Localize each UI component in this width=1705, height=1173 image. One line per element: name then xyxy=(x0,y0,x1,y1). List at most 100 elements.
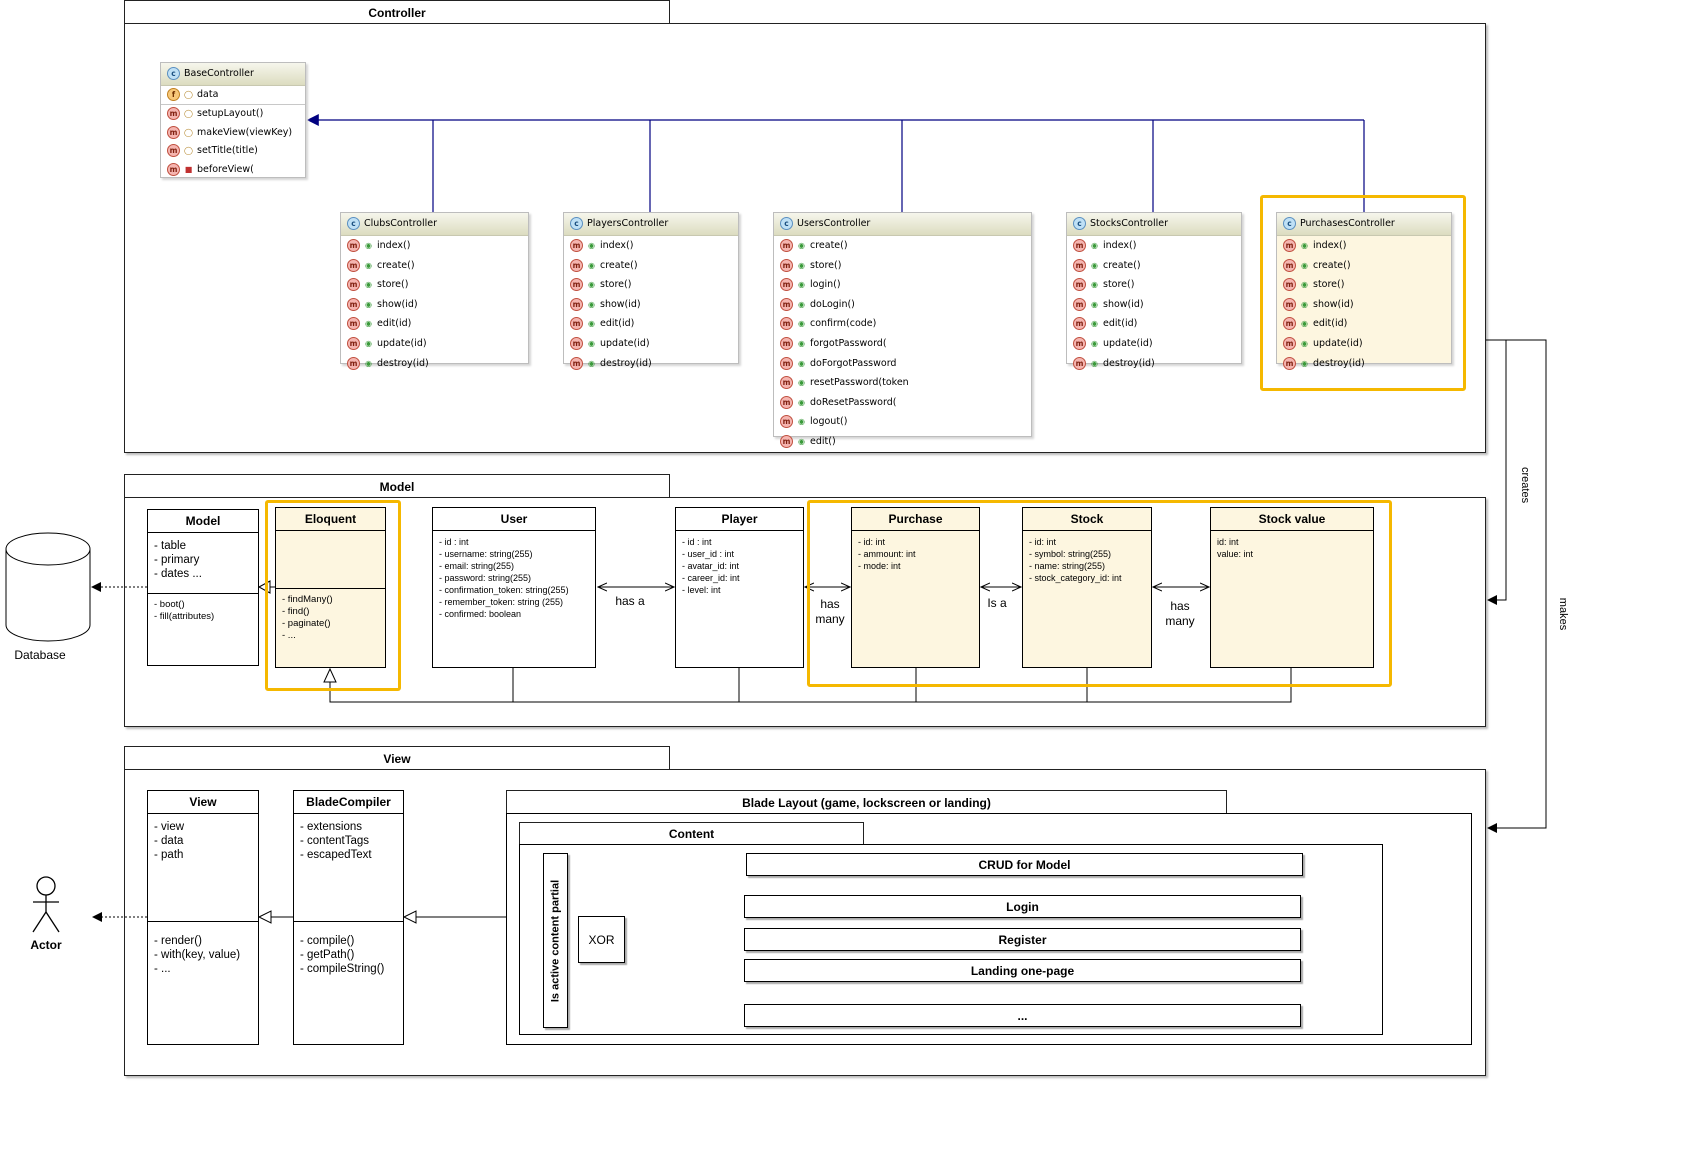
method-name: confirm(code) xyxy=(810,318,877,330)
method-name: index() xyxy=(377,240,411,251)
class-title: Player xyxy=(676,508,803,531)
creates-label: creates xyxy=(1519,467,1531,504)
method-icon: m xyxy=(570,356,583,370)
method-name: destroy(id) xyxy=(1103,357,1155,369)
method-icon: m xyxy=(780,434,793,448)
class-user[interactable]: User - id : int - username: string(255) … xyxy=(432,507,596,668)
attribute-list: - view - data - path xyxy=(148,814,258,917)
private-icon: ■ xyxy=(184,164,193,174)
method-row: m ◉ index() xyxy=(564,236,738,256)
class-users-controller[interactable]: c UsersController m ◉ create() m ◉ store() m ◉ log… xyxy=(773,212,1032,448)
public-icon: ◉ xyxy=(588,358,595,368)
blade-layout-tab: Blade Layout (game, lockscreen or landin… xyxy=(506,790,1227,814)
method-row: m ◉ doForgotPassword xyxy=(774,354,1031,374)
method-row: m ■ beforeView( xyxy=(161,161,305,180)
method-icon: m xyxy=(167,125,180,139)
public-icon: ◉ xyxy=(1091,260,1098,270)
method-icon: m xyxy=(780,395,793,409)
method-icon: m xyxy=(347,317,360,331)
class-player[interactable]: Player - id : int - user_id : int - avat… xyxy=(675,507,804,668)
class-blade-compiler[interactable]: BladeCompiler - extensions - contentTags… xyxy=(293,790,404,1045)
method-icon: m xyxy=(570,317,583,331)
method-row: m ◉ store() xyxy=(564,275,738,295)
public-icon: ◉ xyxy=(588,241,595,250)
class-model[interactable]: Model - table - primary - dates ... - bo… xyxy=(147,509,259,666)
class-stocks-controller[interactable]: c StocksController m ◉ index() m ◉ create() m ◉ st… xyxy=(1066,212,1242,370)
attribute: - confirmed: boolean xyxy=(439,609,522,619)
attribute: - id : int xyxy=(682,537,712,547)
public-icon: ◉ xyxy=(365,280,372,290)
operation: - ... xyxy=(154,963,171,975)
class-players-controller[interactable]: c PlayersController m ◉ index() m ◉ create() m ◉ s… xyxy=(563,212,739,370)
public-icon: ◉ xyxy=(365,241,372,250)
method-row: m ◉ index() xyxy=(341,236,528,256)
field-icon: f xyxy=(167,88,180,101)
method-name: store() xyxy=(377,279,409,291)
method-icon: m xyxy=(347,258,360,272)
method-name: setTitle(title) xyxy=(197,145,258,156)
method-icon: m xyxy=(780,376,793,390)
method-row: m ◉ update(id) xyxy=(564,334,738,354)
option-landing-one-page[interactable]: Landing one-page xyxy=(744,959,1301,982)
attribute: - dates ... xyxy=(154,568,202,580)
public-icon: ◉ xyxy=(798,280,805,290)
method-name: makeView(viewKey) xyxy=(197,126,293,138)
method-name: login() xyxy=(810,279,841,291)
method-row: m ◉ forgotPassword( xyxy=(774,334,1031,354)
option-more[interactable]: ... xyxy=(744,1004,1301,1027)
xor-box: XOR xyxy=(578,916,625,963)
attribute: - path xyxy=(154,849,184,861)
public-icon: ◉ xyxy=(1091,338,1098,348)
attribute: - view xyxy=(154,821,185,833)
method-name: store() xyxy=(1103,279,1135,291)
option-register[interactable]: Register xyxy=(744,928,1301,951)
public-icon: ◉ xyxy=(798,417,805,427)
method-name: create() xyxy=(1103,259,1141,271)
method-name: index() xyxy=(1103,240,1137,251)
method-name: store() xyxy=(600,279,632,291)
method-name: edit(id) xyxy=(600,318,635,330)
method-row: m ◉ create() xyxy=(341,256,528,276)
public-icon: ◉ xyxy=(798,338,805,348)
controller-inheritance xyxy=(306,114,1365,212)
operation-list: - compile() - getPath() - compileString(… xyxy=(294,922,403,981)
class-clubs-controller[interactable]: c ClubsController m ◉ index() m ◉ create() m ◉ sto… xyxy=(340,212,529,370)
class-title: User xyxy=(433,508,595,531)
class-header: c BaseController xyxy=(161,63,305,86)
option-login[interactable]: Login xyxy=(744,895,1301,918)
method-icon: m xyxy=(570,278,583,292)
public-icon: ◉ xyxy=(1091,358,1098,368)
option-crud-for-model[interactable]: CRUD for Model xyxy=(746,853,1303,876)
method-row: m ◉ show(id) xyxy=(1067,295,1241,315)
class-view[interactable]: View - view - data - path - render() - w… xyxy=(147,790,259,1045)
method-icon: m xyxy=(570,258,583,272)
class-base-controller[interactable]: c BaseController f ◯ data m ◯ setupLayout() m… xyxy=(160,62,306,178)
method-icon: m xyxy=(1073,297,1086,311)
method-row: m ◉ update(id) xyxy=(1067,334,1241,354)
class-name: StocksController xyxy=(1090,218,1168,229)
public-icon: ◉ xyxy=(798,358,805,368)
method-icon: m xyxy=(167,107,180,120)
attribute: - confirmation_token: string(255) xyxy=(439,585,569,595)
method-name: update(id) xyxy=(1103,337,1153,349)
class-name: PlayersController xyxy=(587,218,669,229)
method-row: m ◉ doResetPassword( xyxy=(774,393,1031,413)
operation: - fill(attributes) xyxy=(154,611,215,622)
method-name: store() xyxy=(810,259,842,271)
attribute-list: - id : int - username: string(255) - ema… xyxy=(433,531,595,625)
operation: - with(key, value) xyxy=(154,949,241,961)
method-row: m ◯ setupLayout() xyxy=(161,105,305,124)
method-row: m ◉ destroy(id) xyxy=(1067,354,1241,374)
method-name: edit(id) xyxy=(1103,318,1138,330)
method-icon: m xyxy=(780,258,793,272)
method-row: m ◉ update(id) xyxy=(341,334,528,354)
public-icon: ◉ xyxy=(798,260,805,270)
attribute: - table xyxy=(154,540,186,552)
method-name: update(id) xyxy=(600,337,650,349)
attribute: - id : int xyxy=(439,537,469,547)
attribute: - level: int xyxy=(682,585,721,595)
highlight-purchases-controller xyxy=(1260,195,1466,391)
class-title: Model xyxy=(148,510,258,533)
actor-label: Actor xyxy=(30,938,62,952)
attribute: - email: string(255) xyxy=(439,561,515,571)
